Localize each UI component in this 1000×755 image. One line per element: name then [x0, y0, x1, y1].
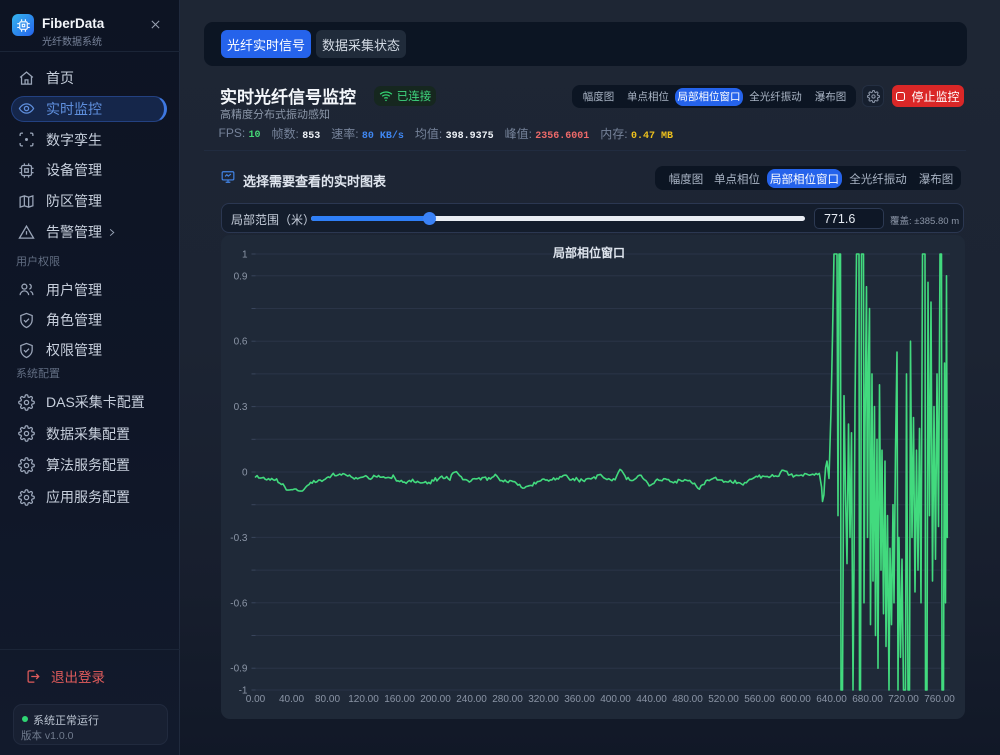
- svg-text:0: 0: [242, 468, 248, 479]
- svg-text:80.00: 80.00: [315, 694, 340, 705]
- svg-text:200.00: 200.00: [420, 694, 451, 705]
- svg-text:160.00: 160.00: [384, 694, 415, 705]
- svg-text:40.00: 40.00: [279, 694, 304, 705]
- svg-text:0.9: 0.9: [234, 271, 248, 282]
- svg-text:680.00: 680.00: [852, 694, 883, 705]
- svg-text:局部相位窗口: 局部相位窗口: [553, 245, 625, 260]
- svg-text:560.00: 560.00: [744, 694, 775, 705]
- svg-text:600.00: 600.00: [780, 694, 811, 705]
- svg-text:720.00: 720.00: [888, 694, 919, 705]
- svg-text:0.6: 0.6: [234, 337, 248, 348]
- svg-text:240.00: 240.00: [456, 694, 487, 705]
- svg-text:-0.3: -0.3: [230, 533, 248, 544]
- svg-text:640.00: 640.00: [816, 694, 847, 705]
- svg-text:400.00: 400.00: [600, 694, 631, 705]
- svg-text:360.00: 360.00: [564, 694, 595, 705]
- svg-text:760.00: 760.00: [924, 694, 955, 705]
- svg-text:-0.9: -0.9: [230, 664, 248, 675]
- svg-text:280.00: 280.00: [492, 694, 523, 705]
- svg-text:0.3: 0.3: [234, 402, 248, 413]
- svg-text:440.00: 440.00: [636, 694, 667, 705]
- svg-text:120.00: 120.00: [348, 694, 379, 705]
- svg-text:0.00: 0.00: [246, 694, 266, 705]
- svg-text:1: 1: [242, 250, 248, 261]
- svg-text:480.00: 480.00: [672, 694, 703, 705]
- svg-text:320.00: 320.00: [528, 694, 559, 705]
- svg-text:-0.6: -0.6: [230, 598, 248, 609]
- svg-text:520.00: 520.00: [708, 694, 739, 705]
